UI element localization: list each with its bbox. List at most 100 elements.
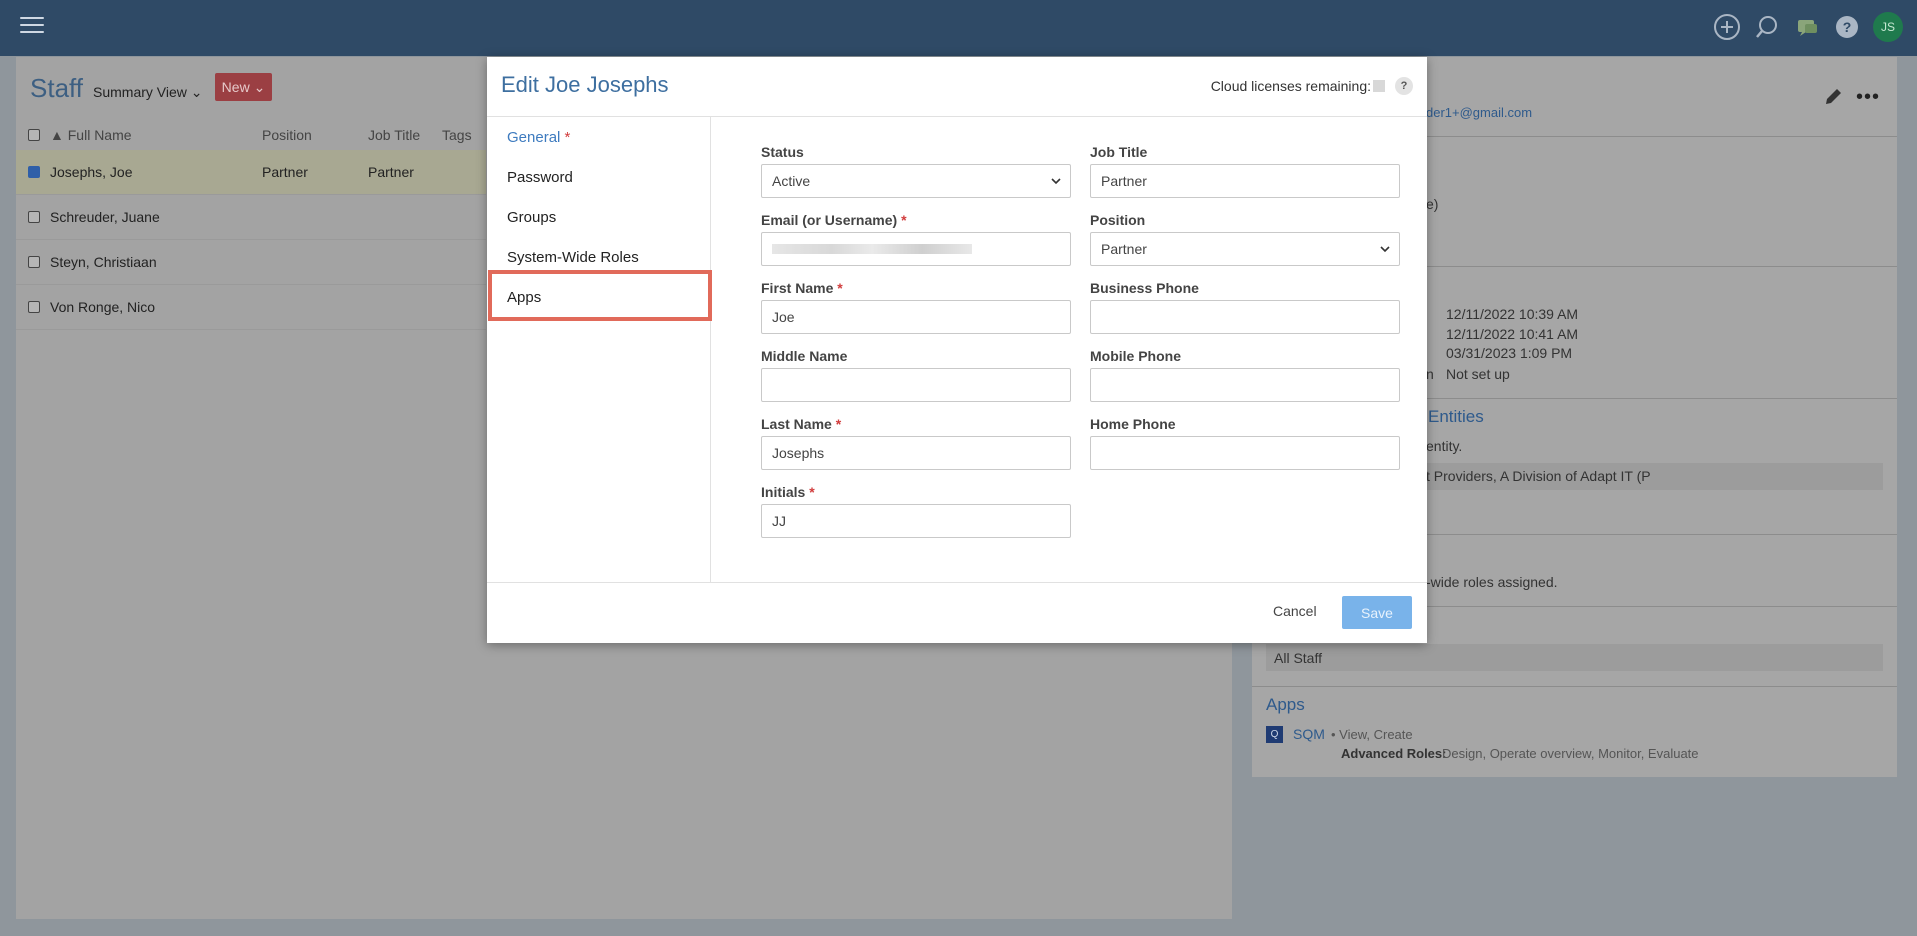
column-job-title[interactable]: Job Title xyxy=(368,127,442,143)
app-name-link[interactable]: SQM xyxy=(1293,726,1325,742)
detail-text: e) xyxy=(1426,196,1439,212)
search-icon[interactable] xyxy=(1753,13,1781,41)
column-label: Full Name xyxy=(67,127,132,143)
group-name: All Staff xyxy=(1274,650,1322,666)
cancel-button[interactable]: Cancel xyxy=(1273,603,1317,619)
sort-asc-icon: ▲ xyxy=(50,127,64,143)
apps-heading: Apps xyxy=(1266,695,1305,714)
modal-side-nav: General * Password Groups System-Wide Ro… xyxy=(487,117,711,582)
middle-name-input[interactable] xyxy=(761,368,1071,402)
app-permissions: • View, Create xyxy=(1331,727,1413,742)
modal-header: Edit Joe Josephs Cloud licenses remainin… xyxy=(487,57,1427,117)
cloud-licenses: Cloud licenses remaining: ? xyxy=(1211,77,1413,95)
first-name-input[interactable]: Joe xyxy=(761,300,1071,334)
column-full-name[interactable]: ▲ Full Name xyxy=(50,127,262,143)
detail-text: entity. xyxy=(1426,438,1463,454)
status-select[interactable]: Active xyxy=(761,164,1071,198)
divider xyxy=(1252,686,1897,687)
staff-header: Staff Summary View ⌄ xyxy=(30,73,203,104)
licenses-label: Cloud licenses remaining: xyxy=(1210,78,1371,94)
column-tags[interactable]: Tags xyxy=(442,127,472,143)
email-label-text: Email (or Username) xyxy=(761,212,898,228)
new-button[interactable]: New ⌄ xyxy=(215,73,272,101)
home-phone-input[interactable] xyxy=(1090,436,1400,470)
last-name-label-text: Last Name xyxy=(761,416,832,432)
help-icon[interactable]: ? xyxy=(1833,13,1861,41)
chat-icon[interactable] xyxy=(1793,13,1821,41)
last-name-label: Last Name * xyxy=(761,416,841,432)
cell-full-name: Josephs, Joe xyxy=(50,164,133,180)
chevron-down-icon xyxy=(1380,246,1390,253)
entities-heading: Entities xyxy=(1428,407,1484,426)
sqm-app-icon: Q xyxy=(1266,726,1283,743)
initials-label: Initials * xyxy=(761,484,815,500)
mobile-phone-input[interactable] xyxy=(1090,368,1400,402)
status-value: Active xyxy=(772,173,811,189)
position-select[interactable]: Partner xyxy=(1090,232,1400,266)
svg-text:?: ? xyxy=(1843,19,1852,35)
select-all-checkbox[interactable] xyxy=(28,129,40,141)
row-checkbox[interactable] xyxy=(28,301,40,313)
business-phone-label: Business Phone xyxy=(1090,280,1199,296)
entity-name: t Providers, A Division of Adapt IT (P xyxy=(1426,468,1651,484)
top-bar: ? JS xyxy=(0,0,1917,56)
column-position[interactable]: Position xyxy=(262,127,368,143)
chevron-down-icon: ⌄ xyxy=(253,78,266,95)
email-field[interactable] xyxy=(761,232,1071,266)
email-label: Email (or Username) * xyxy=(761,212,907,228)
job-title-input[interactable]: Partner xyxy=(1090,164,1400,198)
nav-item-general[interactable]: General * xyxy=(507,129,570,146)
table-row[interactable]: Von Ronge, Nico xyxy=(16,285,486,330)
required-marker: * xyxy=(835,416,842,432)
table-row[interactable]: Steyn, Christiaan xyxy=(16,240,486,285)
apps-highlight-box xyxy=(488,270,712,321)
detail-email[interactable]: der1+@gmail.com xyxy=(1426,105,1532,120)
row-checkbox[interactable] xyxy=(28,256,40,268)
licenses-count-redacted xyxy=(1373,80,1385,92)
more-icon[interactable]: ••• xyxy=(1856,87,1880,107)
page-title: Staff xyxy=(30,73,84,103)
row-checkbox[interactable] xyxy=(28,211,40,223)
avatar[interactable]: JS xyxy=(1873,12,1903,42)
chevron-down-icon: ⌄ xyxy=(190,84,203,100)
job-title-label: Job Title xyxy=(1090,144,1148,160)
nav-item-label: General xyxy=(507,129,561,146)
cell-full-name: Steyn, Christiaan xyxy=(50,254,157,270)
table-row[interactable]: Schreuder, Juane xyxy=(16,195,486,240)
nav-item-groups[interactable]: Groups xyxy=(507,209,556,226)
add-icon[interactable] xyxy=(1713,13,1741,41)
detail-text: n xyxy=(1426,366,1434,382)
status-label: Status xyxy=(761,144,804,160)
summary-view-label: Summary View xyxy=(93,84,187,100)
nav-item-password[interactable]: Password xyxy=(507,169,573,186)
position-label: Position xyxy=(1090,212,1146,228)
row-checkbox[interactable] xyxy=(28,166,40,178)
initials-input[interactable]: JJ xyxy=(761,504,1071,538)
advanced-roles-label: Advanced Roles: xyxy=(1341,746,1447,761)
business-phone-input[interactable] xyxy=(1090,300,1400,334)
advanced-roles: Design, Operate overview, Monitor, Evalu… xyxy=(1442,746,1699,761)
initials-label-text: Initials xyxy=(761,484,806,500)
menu-icon[interactable] xyxy=(20,17,44,37)
new-button-label: New xyxy=(221,79,250,95)
modal-footer: Cancel Save xyxy=(487,582,1427,643)
last-name-input[interactable]: Josephs xyxy=(761,436,1071,470)
table-row[interactable]: Josephs, Joe Partner Partner xyxy=(16,150,486,195)
detail-date: 03/31/2023 1:09 PM xyxy=(1446,345,1573,361)
top-toolbar: ? JS xyxy=(1713,12,1903,42)
table-header: ▲ Full Name Position Job Title Tags xyxy=(16,120,486,150)
cell-full-name: Von Ronge, Nico xyxy=(50,299,156,315)
nav-item-system-wide-roles[interactable]: System-Wide Roles xyxy=(507,249,639,266)
modal-title: Edit Joe Josephs xyxy=(501,72,669,97)
summary-view-dropdown[interactable]: Summary View ⌄ xyxy=(93,84,203,101)
save-button[interactable]: Save xyxy=(1342,596,1412,629)
group-row xyxy=(1266,644,1883,671)
position-value: Partner xyxy=(1101,241,1147,257)
help-icon[interactable]: ? xyxy=(1395,77,1413,95)
edit-icon[interactable] xyxy=(1823,85,1845,110)
chevron-down-icon xyxy=(1051,178,1061,185)
email-redacted xyxy=(772,244,972,254)
middle-name-label: Middle Name xyxy=(761,348,848,364)
detail-text: -wide roles assigned. xyxy=(1426,574,1558,590)
required-marker: * xyxy=(837,280,843,296)
